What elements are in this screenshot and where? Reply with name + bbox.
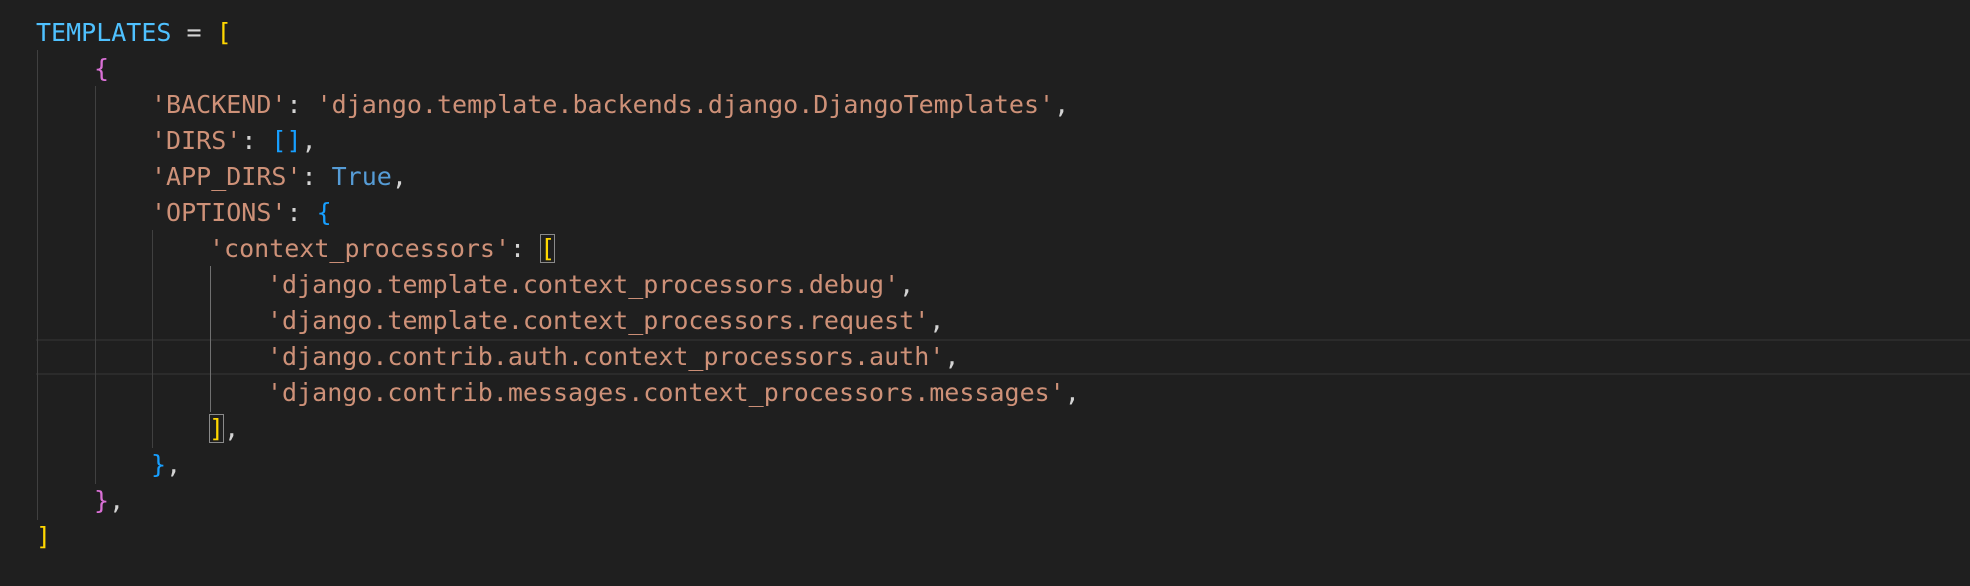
bracket-open-matched: [ — [540, 234, 556, 263]
brace-close: } — [151, 450, 167, 479]
comma: , — [944, 342, 960, 371]
code-line-6[interactable]: 'OPTIONS': { — [151, 195, 332, 231]
code-line-1[interactable]: TEMPLATES = [ — [36, 15, 232, 51]
comma: , — [1054, 90, 1070, 119]
colon: : — [301, 162, 332, 191]
comma: , — [1064, 378, 1080, 407]
code-line-8[interactable]: 'django.template.context_processors.debu… — [267, 267, 914, 303]
comma: , — [109, 486, 125, 515]
dict-key: 'DIRS' — [151, 126, 242, 155]
code-line-7[interactable]: 'context_processors': [ — [209, 231, 556, 267]
code-line-5[interactable]: 'APP_DIRS': True, — [151, 159, 407, 195]
code-line-10[interactable]: 'django.contrib.auth.context_processors.… — [267, 339, 959, 375]
bracket-close: ] — [36, 522, 52, 551]
colon: : — [241, 126, 272, 155]
dict-key: 'context_processors' — [209, 234, 511, 263]
comma: , — [929, 306, 945, 335]
indent-guide-active — [210, 266, 211, 412]
indent-guide — [37, 50, 38, 520]
string-value: 'django.template.context_processors.debu… — [267, 270, 900, 299]
bracket-close-matched: ] — [209, 414, 225, 443]
code-line-9[interactable]: 'django.template.context_processors.requ… — [267, 303, 944, 339]
colon: : — [286, 90, 317, 119]
code-line-15[interactable]: ] — [36, 519, 51, 555]
empty-list: [] — [271, 126, 302, 155]
dict-key: 'APP_DIRS' — [151, 162, 302, 191]
code-editor[interactable]: TEMPLATES = [ { 'BACKEND': 'django.templ… — [0, 0, 1970, 586]
code-line-3[interactable]: 'BACKEND': 'django.template.backends.dja… — [151, 87, 1069, 123]
code-line-4[interactable]: 'DIRS': [], — [151, 123, 317, 159]
code-line-12[interactable]: ], — [209, 411, 239, 447]
comma: , — [899, 270, 915, 299]
variable-templates: TEMPLATES — [36, 18, 172, 47]
brace-open: { — [94, 54, 110, 83]
brace-open: { — [316, 198, 332, 227]
string-value: 'django.contrib.auth.context_processors.… — [267, 342, 945, 371]
keyword-true: True — [331, 162, 392, 191]
indent-guide — [152, 230, 153, 448]
comma: , — [166, 450, 182, 479]
string-value: 'django.contrib.messages.context_process… — [267, 378, 1065, 407]
colon: : — [286, 198, 317, 227]
code-line-2[interactable]: { — [94, 51, 109, 87]
colon: : — [510, 234, 541, 263]
code-line-14[interactable]: }, — [94, 483, 124, 519]
dict-key: 'BACKEND' — [151, 90, 287, 119]
comma: , — [391, 162, 407, 191]
dict-key: 'OPTIONS' — [151, 198, 287, 227]
code-line-11[interactable]: 'django.contrib.messages.context_process… — [267, 375, 1080, 411]
bracket-open: [ — [216, 18, 232, 47]
indent-guide — [95, 86, 96, 484]
comma: , — [301, 126, 317, 155]
assign-operator: = — [171, 18, 217, 47]
string-value: 'django.template.backends.django.DjangoT… — [316, 90, 1055, 119]
comma: , — [224, 414, 240, 443]
brace-close: } — [94, 486, 110, 515]
code-line-13[interactable]: }, — [151, 447, 181, 483]
string-value: 'django.template.context_processors.requ… — [267, 306, 930, 335]
